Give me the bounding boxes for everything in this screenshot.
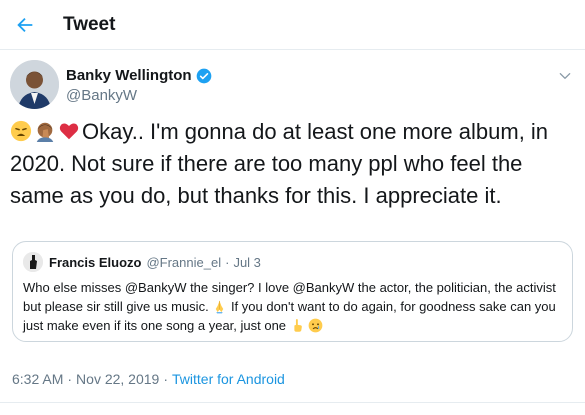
tweet-date[interactable]: Nov 22, 2019	[76, 371, 159, 387]
quoted-tweet[interactable]: Francis Eluozo @Frannie_el · Jul 3 Who e…	[12, 241, 573, 342]
quoted-date: Jul 3	[233, 254, 261, 270]
red-heart-emoji	[59, 123, 79, 140]
tweet-source-link[interactable]: Twitter for Android	[172, 371, 285, 387]
tweet-author: Banky Wellington @BankyW	[10, 60, 575, 112]
header-bar: Tweet	[0, 0, 585, 50]
chevron-down-icon[interactable]	[557, 68, 573, 84]
page-title: Tweet	[63, 14, 116, 35]
quoted-display-name: Francis Eluozo	[49, 254, 142, 270]
meta-separator: ·	[67, 371, 73, 387]
quoted-separator: ·	[225, 254, 230, 270]
tweet-body: Okay.. I'm gonna do at least one more al…	[10, 116, 580, 212]
avatar[interactable]	[10, 60, 59, 109]
quoted-avatar	[23, 252, 43, 272]
divider	[0, 402, 585, 403]
user-handle[interactable]: @BankyW	[66, 87, 137, 104]
display-name[interactable]: Banky Wellington	[66, 67, 192, 84]
meta-separator-2: ·	[163, 371, 169, 387]
quoted-handle: @Frannie_el	[146, 254, 222, 270]
tweet-metadata: 6:32 AM · Nov 22, 2019 · Twitter for Android	[12, 371, 285, 387]
crying-face-emoji	[308, 318, 323, 333]
back-button[interactable]	[8, 8, 42, 42]
name-row: Banky Wellington	[66, 67, 212, 84]
tweet-text: Okay.. I'm gonna do at least one more al…	[10, 119, 549, 208]
avatar-image	[10, 60, 59, 109]
index-pointing-up-emoji	[294, 319, 302, 332]
verified-badge-icon	[196, 68, 211, 83]
back-arrow-icon	[17, 17, 33, 33]
weary-face-emoji	[10, 120, 32, 142]
man-facepalming-emoji	[36, 122, 54, 142]
folded-hands-emoji	[216, 300, 224, 314]
quoted-tweet-text: Who else misses @BankyW the singer? I lo…	[23, 278, 563, 335]
quoted-tweet-header: Francis Eluozo @Frannie_el · Jul 3	[23, 252, 261, 272]
tweet-time[interactable]: 6:32 AM	[12, 371, 63, 387]
